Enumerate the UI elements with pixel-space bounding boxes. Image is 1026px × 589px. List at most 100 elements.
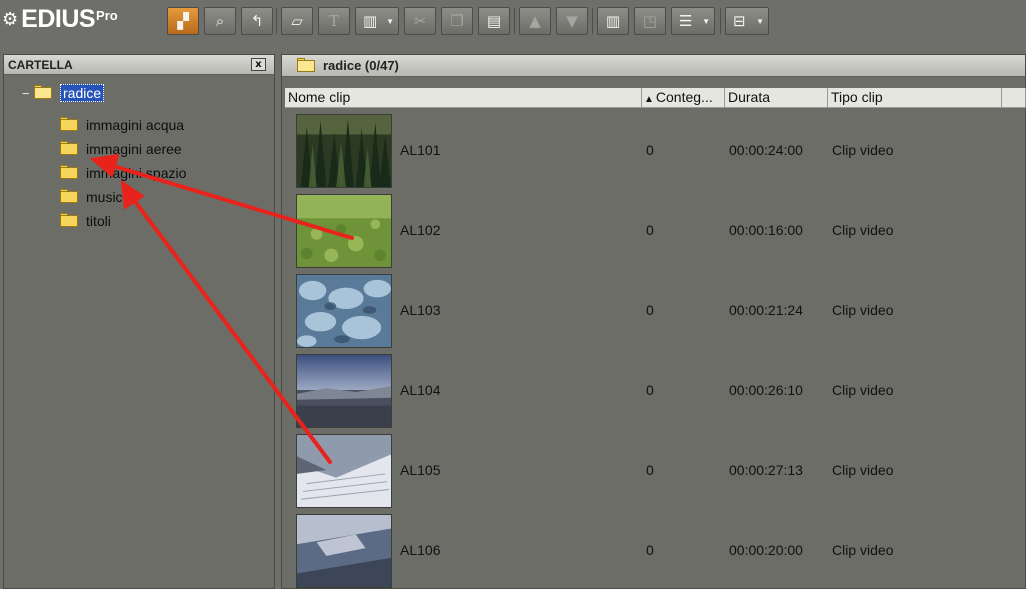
search-icon: ⌕ xyxy=(215,11,225,30)
folder-icon xyxy=(60,165,80,180)
tree-item-radice[interactable]: − radice xyxy=(22,83,105,103)
tree-item-immagini-acqua[interactable]: immagini acqua xyxy=(60,115,184,135)
add-to-timeline-button[interactable]: ▼ xyxy=(556,7,588,35)
folder-icon xyxy=(60,213,80,228)
toolbar-separator xyxy=(720,8,721,34)
clip-type: Clip video xyxy=(832,462,894,478)
tree-item-immagini-spazio[interactable]: immagini spazio xyxy=(60,163,186,183)
clip-type: Clip video xyxy=(832,142,894,158)
open-folder-icon xyxy=(297,57,317,73)
device-icon: ⊟ xyxy=(733,11,746,30)
chevron-down-icon: ▼ xyxy=(386,17,394,26)
clip-thumbnail xyxy=(296,114,392,188)
clip-row[interactable]: AL106 0 00:00:20:00 Clip video xyxy=(282,512,1026,589)
clip-thumbnail xyxy=(296,514,392,588)
clip-duration: 00:00:20:00 xyxy=(729,542,803,558)
close-icon[interactable]: x xyxy=(251,58,266,71)
view-mode-button[interactable]: ☰ ▼ xyxy=(671,7,715,35)
tree-item-label: radice xyxy=(60,84,105,102)
clip-name: AL104 xyxy=(400,382,441,398)
scissors-icon: ✂ xyxy=(413,11,427,30)
chevron-down-icon: ▼ xyxy=(702,17,710,26)
folder-panel-header: CARTELLA x xyxy=(4,55,274,75)
clip-duration: 00:00:26:10 xyxy=(729,382,803,398)
open-folder-icon: ▱ xyxy=(291,11,303,30)
timeline-icon: ▼ xyxy=(566,11,578,30)
tools-button[interactable]: ⊟ ▼ xyxy=(725,7,769,35)
clip-thumbnail xyxy=(296,354,392,428)
new-bin-button[interactable]: ▞ xyxy=(167,7,199,35)
clip-name: AL103 xyxy=(400,302,441,318)
title-icon: T xyxy=(328,11,339,30)
cut-button[interactable]: ✂ xyxy=(404,7,436,35)
up-arrow-icon: ↰ xyxy=(250,11,264,30)
search-clip-button[interactable]: ⌕ xyxy=(204,7,236,35)
color-bars-icon: ▥ xyxy=(363,11,378,30)
add-color-matte-button[interactable]: ▥ ▼ xyxy=(355,7,399,35)
clip-type: Clip video xyxy=(832,302,894,318)
trash-icon: ▥ xyxy=(605,11,621,30)
delete-button[interactable]: ▥ xyxy=(597,7,629,35)
tree-item-label: immagini acqua xyxy=(86,117,185,133)
clip-duration: 00:00:16:00 xyxy=(729,222,803,238)
paste-button[interactable]: ▤ xyxy=(478,7,510,35)
show-in-player-button[interactable]: ▲ xyxy=(519,7,551,35)
tree-item-musiche[interactable]: musiche xyxy=(60,187,138,207)
toolbar-separator xyxy=(276,8,277,34)
clip-row[interactable]: AL101 0 00:00:24:00 Clip video xyxy=(282,112,1026,192)
clip-type: Clip video xyxy=(832,382,894,398)
folder-icon xyxy=(60,189,80,204)
clip-count: 0 xyxy=(646,542,654,558)
folder-stack-icon: ▞ xyxy=(177,11,189,30)
folder-icon xyxy=(60,117,80,132)
column-header-conteggio[interactable]: ▲ Conteg... xyxy=(642,88,725,108)
player-icon: ▲ xyxy=(529,11,541,30)
clip-count: 0 xyxy=(646,142,654,158)
clip-row[interactable]: AL103 0 00:00:21:24 Clip video xyxy=(282,272,1026,352)
add-title-button[interactable]: T xyxy=(318,7,350,35)
collapse-toggle-icon[interactable]: − xyxy=(22,86,34,101)
tree-item-label: immagini aeree xyxy=(86,141,182,157)
column-header-nome-clip[interactable]: Nome clip xyxy=(285,88,642,108)
clip-type: Clip video xyxy=(832,222,894,238)
parent-folder-button[interactable]: ↰ xyxy=(241,7,273,35)
clip-thumbnail xyxy=(296,194,392,268)
clip-name: AL101 xyxy=(400,142,441,158)
column-header-empty xyxy=(1002,88,1026,108)
clip-name: AL105 xyxy=(400,462,441,478)
clip-name: AL106 xyxy=(400,542,441,558)
tree-item-immagini-aeree[interactable]: immagini aeree xyxy=(60,139,182,159)
copy-icon: ❐ xyxy=(450,11,464,30)
tree-item-label: musiche xyxy=(86,189,139,205)
edius-logo: ⚙ EDIUS Pro xyxy=(2,4,118,33)
clip-thumbnail xyxy=(296,274,392,348)
clip-count: 0 xyxy=(646,382,654,398)
bin-title: radice (0/47) xyxy=(323,58,399,73)
folder-icon xyxy=(60,141,80,156)
paste-icon: ▤ xyxy=(486,11,502,30)
clip-row[interactable]: AL105 0 00:00:27:13 Clip video xyxy=(282,432,1026,512)
clip-count: 0 xyxy=(646,302,654,318)
clip-row[interactable]: AL102 0 00:00:16:00 Clip video xyxy=(282,192,1026,272)
clip-name: AL102 xyxy=(400,222,441,238)
properties-button[interactable]: ◳ xyxy=(634,7,666,35)
tree-item-label: titoli xyxy=(86,213,111,229)
folder-panel: CARTELLA x − radice immagini acqua immag… xyxy=(3,54,275,589)
clip-duration: 00:00:27:13 xyxy=(729,462,803,478)
edius-gear-icon: ⚙ xyxy=(2,8,19,29)
clip-duration: 00:00:21:24 xyxy=(729,302,803,318)
column-header-durata[interactable]: Durata xyxy=(725,88,828,108)
clip-row[interactable]: AL104 0 00:00:26:10 Clip video xyxy=(282,352,1026,432)
toolbar-separator xyxy=(514,8,515,34)
folder-panel-title: CARTELLA xyxy=(8,58,73,72)
toolbar-separator xyxy=(592,8,593,34)
clip-count: 0 xyxy=(646,222,654,238)
clip-thumbnail xyxy=(296,434,392,508)
open-folder-icon xyxy=(34,85,54,100)
list-view-icon: ☰ xyxy=(679,11,693,30)
bin-panel: radice (0/47) Nome clip ▲ Conteg... Durat… xyxy=(281,54,1026,589)
column-header-tipo-clip[interactable]: Tipo clip xyxy=(828,88,1002,108)
tree-item-titoli[interactable]: titoli xyxy=(60,211,111,231)
copy-button[interactable]: ❐ xyxy=(441,7,473,35)
open-clip-button[interactable]: ▱ xyxy=(281,7,313,35)
